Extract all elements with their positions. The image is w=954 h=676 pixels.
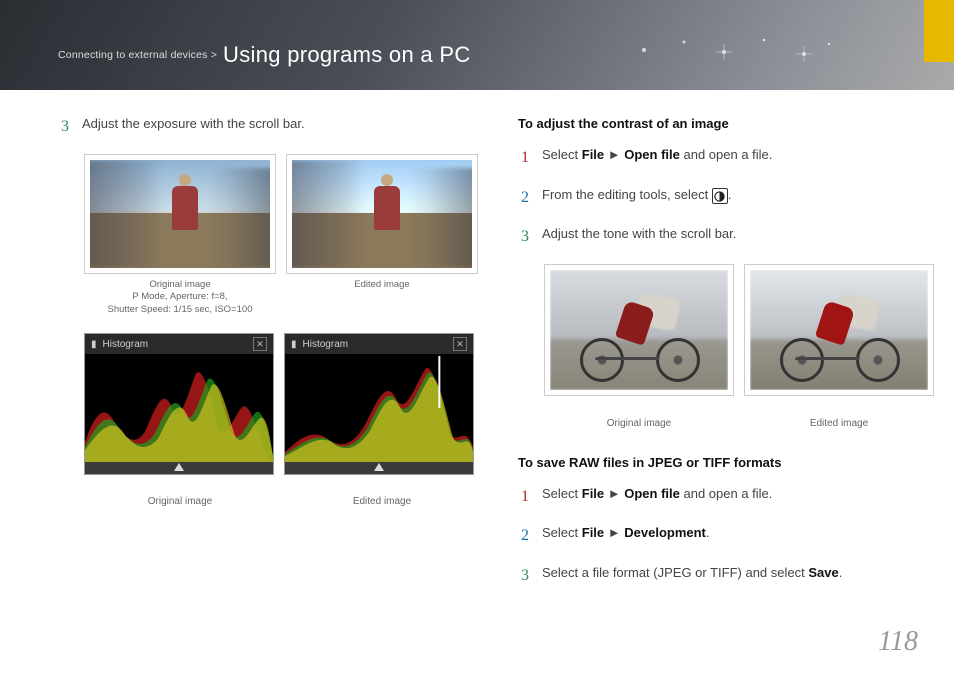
edited-photo-block: Edited image <box>286 154 478 317</box>
contrast-step-2: 2 From the editing tools, select . <box>518 185 934 211</box>
page-title: Using programs on a PC <box>223 42 470 68</box>
step-number: 2 <box>518 185 532 211</box>
page-number: 118 <box>878 626 918 658</box>
contrast-original-caption: Original image <box>544 418 734 429</box>
step-text: From the editing tools, select . <box>542 185 731 211</box>
content-area: 3 Adjust the exposure with the scroll ba… <box>0 90 954 603</box>
edited-caption: Edited image <box>286 279 478 292</box>
contrast-caption-row: Original image Edited image <box>544 412 934 429</box>
contrast-heading: To adjust the contrast of an image <box>518 116 934 131</box>
save-step-2: 2 Select File ► Development. <box>518 523 934 549</box>
step-number: 1 <box>518 145 532 171</box>
close-icon[interactable]: ✕ <box>453 337 467 351</box>
page-header: Connecting to external devices > Using p… <box>0 0 954 90</box>
histogram-icon: ▮ <box>291 339 297 350</box>
histogram-slider[interactable] <box>285 462 473 474</box>
left-step-3: 3 Adjust the exposure with the scroll ba… <box>58 114 478 140</box>
step-number: 3 <box>58 114 72 140</box>
histogram-label: Histogram <box>303 339 349 350</box>
contrast-original-block <box>544 264 734 396</box>
contrast-step-1: 1 Select File ► Open file and open a fil… <box>518 145 934 171</box>
save-step-1: 1 Select File ► Open file and open a fil… <box>518 484 934 510</box>
step-number: 2 <box>518 523 532 549</box>
right-column: To adjust the contrast of an image 1 Sel… <box>518 114 934 603</box>
step-number: 1 <box>518 484 532 510</box>
step-number: 3 <box>518 224 532 250</box>
histogram-caption-row: Original image Edited image <box>84 491 478 507</box>
close-icon[interactable]: ✕ <box>253 337 267 351</box>
edited-photo <box>292 160 472 268</box>
histogram-edited-caption: Edited image <box>286 496 478 507</box>
step-text: Select a file format (JPEG or TIFF) and … <box>542 563 842 589</box>
step-text: Adjust the exposure with the scroll bar. <box>82 114 305 140</box>
contrast-edited-block <box>744 264 934 396</box>
contrast-image-row <box>544 264 934 396</box>
contrast-edited-photo <box>750 270 928 390</box>
contrast-edited-caption: Edited image <box>744 418 934 429</box>
contrast-step-3: 3 Adjust the tone with the scroll bar. <box>518 224 934 250</box>
contrast-original-photo <box>550 270 728 390</box>
histogram-slider[interactable] <box>85 462 273 474</box>
histogram-row: ▮ Histogram ✕ ▮ Histogram ✕ <box>84 333 478 475</box>
step-text: Adjust the tone with the scroll bar. <box>542 224 736 250</box>
histogram-original: ▮ Histogram ✕ <box>84 333 274 475</box>
step-text: Select File ► Development. <box>542 523 710 549</box>
step-text: Select File ► Open file and open a file. <box>542 484 772 510</box>
save-heading: To save RAW files in JPEG or TIFF format… <box>518 455 934 470</box>
original-photo-block: Original image P Mode, Aperture: f=8, Sh… <box>84 154 276 317</box>
contrast-icon <box>712 188 728 204</box>
save-step-3: 3 Select a file format (JPEG or TIFF) an… <box>518 563 934 589</box>
left-column: 3 Adjust the exposure with the scroll ba… <box>58 114 478 603</box>
exposure-image-row: Original image P Mode, Aperture: f=8, Sh… <box>84 154 478 317</box>
step-text: Select File ► Open file and open a file. <box>542 145 772 171</box>
original-photo <box>90 160 270 268</box>
histogram-icon: ▮ <box>91 339 97 350</box>
histogram-label: Histogram <box>103 339 149 350</box>
original-caption: Original image P Mode, Aperture: f=8, Sh… <box>84 279 276 317</box>
breadcrumb: Connecting to external devices > <box>58 49 217 61</box>
sparkle-decoration <box>624 30 844 70</box>
histogram-edited: ▮ Histogram ✕ <box>284 333 474 475</box>
histogram-original-caption: Original image <box>84 496 276 507</box>
step-number: 3 <box>518 563 532 589</box>
